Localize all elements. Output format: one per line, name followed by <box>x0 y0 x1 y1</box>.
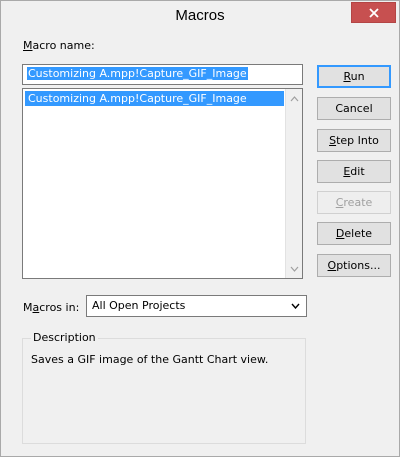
delete-button[interactable]: Delete <box>317 222 391 245</box>
close-icon <box>368 8 379 18</box>
list-scrollbar[interactable] <box>285 89 302 278</box>
title-bar: Macros <box>1 1 399 32</box>
dialog-title: Macros <box>175 7 225 24</box>
macros-in-select[interactable]: All Open Projects <box>86 295 307 317</box>
chevron-down-icon <box>291 303 300 309</box>
step-into-button[interactable]: Step Into <box>317 129 391 152</box>
macro-list[interactable]: Customizing A.mpp!Capture_GIF_Image <box>22 88 303 279</box>
macros-dialog: Macros Macro name: Customizing A.mpp!Cap… <box>0 0 400 457</box>
scroll-down-icon[interactable] <box>290 265 299 273</box>
scroll-up-icon[interactable] <box>290 95 299 103</box>
create-button[interactable]: Create <box>317 191 391 214</box>
macro-name-value: Customizing A.mpp!Capture_GIF_Image <box>27 67 248 80</box>
description-group: Description Saves a GIF image of the Gan… <box>22 331 306 444</box>
description-text: Saves a GIF image of the Gantt Chart vie… <box>31 353 269 366</box>
macros-in-value: All Open Projects <box>92 299 186 312</box>
macro-name-label: Macro name: <box>23 39 95 52</box>
macro-name-input[interactable]: Customizing A.mpp!Capture_GIF_Image <box>22 64 303 85</box>
list-item[interactable]: Customizing A.mpp!Capture_GIF_Image <box>25 91 284 106</box>
macros-in-label: Macros in: <box>23 301 80 314</box>
run-button[interactable]: Run <box>317 65 391 88</box>
close-button[interactable] <box>351 2 396 23</box>
options-button[interactable]: Options... <box>317 254 391 277</box>
description-legend: Description <box>31 331 98 344</box>
cancel-button[interactable]: Cancel <box>317 97 391 120</box>
edit-button[interactable]: Edit <box>317 160 391 183</box>
